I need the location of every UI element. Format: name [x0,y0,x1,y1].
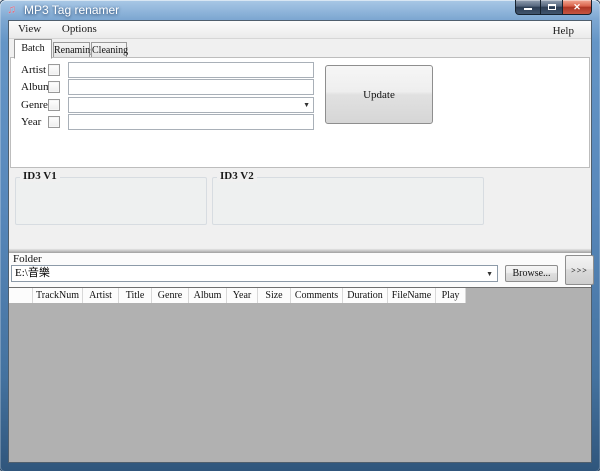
year-checkbox[interactable] [48,116,60,128]
album-label: Album [21,81,52,93]
menubar: View Options Help [9,21,591,39]
window-title: MP3 Tag renamer [24,3,120,17]
tab-renaming[interactable]: Renaming [53,42,95,58]
album-input[interactable] [68,79,314,95]
id3v2-groupbox: ID3 V2 [212,170,484,225]
app-icon: ♫ [7,2,16,16]
minimize-button[interactable] [515,0,541,15]
artist-checkbox[interactable] [48,64,60,76]
column-play[interactable]: Play [436,288,466,303]
maximize-button[interactable] [541,0,562,15]
year-label: Year [21,116,42,128]
column-artist[interactable]: Artist [83,288,119,303]
tab-strip: Batch Renaming Cleaning [9,39,591,59]
chevron-down-icon: ▼ [303,101,310,109]
folder-path-combobox[interactable]: E:\音樂 ▼ [11,265,498,282]
titlebar[interactable]: ♫ MP3 Tag renamer ✕ [0,0,600,20]
id3v1-groupbox: ID3 V1 [15,170,207,225]
genre-checkbox[interactable] [48,99,60,111]
column-genre[interactable]: Genre [152,288,189,303]
genre-label: Genre [21,99,48,111]
column-year[interactable]: Year [227,288,258,303]
year-input[interactable] [68,114,314,130]
column-duration[interactable]: Duration [343,288,388,303]
folder-label: Folder [13,253,42,265]
chevron-down-icon: ▼ [486,270,493,278]
menu-options[interactable]: Options [53,21,106,35]
genre-combobox[interactable]: ▼ [68,97,314,113]
browse-button[interactable]: Browse... [505,265,558,282]
tab-cleaning[interactable]: Cleaning [91,42,128,58]
column-comments[interactable]: Comments [291,288,343,303]
column-filename[interactable]: FileName [388,288,436,303]
column-selector[interactable] [9,288,33,303]
folder-path-value: E:\音樂 [15,267,50,279]
album-checkbox[interactable] [48,81,60,93]
column-album[interactable]: Album [189,288,227,303]
id3v2-label: ID3 V2 [217,170,257,182]
close-icon: ✕ [573,1,581,12]
tab-batch[interactable]: Batch [14,39,52,59]
expand-button[interactable]: >>> [565,255,594,285]
window-controls: ✕ [515,0,592,15]
folder-bar: Folder E:\音樂 ▼ Browse... >>> [9,253,594,287]
file-list-header: TrackNum Artist Title Genre Album Year S… [9,287,591,303]
menu-help[interactable]: Help [544,23,583,37]
artist-label: Artist [21,64,47,76]
app-window: ♫ MP3 Tag renamer ✕ View Options Help Ba… [0,0,600,471]
update-button[interactable]: Update [325,65,433,124]
column-title[interactable]: Title [119,288,152,303]
id3v1-label: ID3 V1 [20,170,60,182]
header-filler [466,288,591,303]
minimize-icon [524,8,532,10]
client-area: View Options Help Batch Renaming Cleanin… [8,20,594,463]
column-tracknum[interactable]: TrackNum [33,288,83,303]
batch-form-panel: Artist Album Genre ▼ Year Update [10,57,590,168]
column-size[interactable]: Size [258,288,291,303]
menu-view[interactable]: View [9,21,50,35]
file-list[interactable] [9,303,591,462]
close-button[interactable]: ✕ [562,0,592,15]
maximize-icon [547,4,556,10]
artist-input[interactable] [68,62,314,78]
